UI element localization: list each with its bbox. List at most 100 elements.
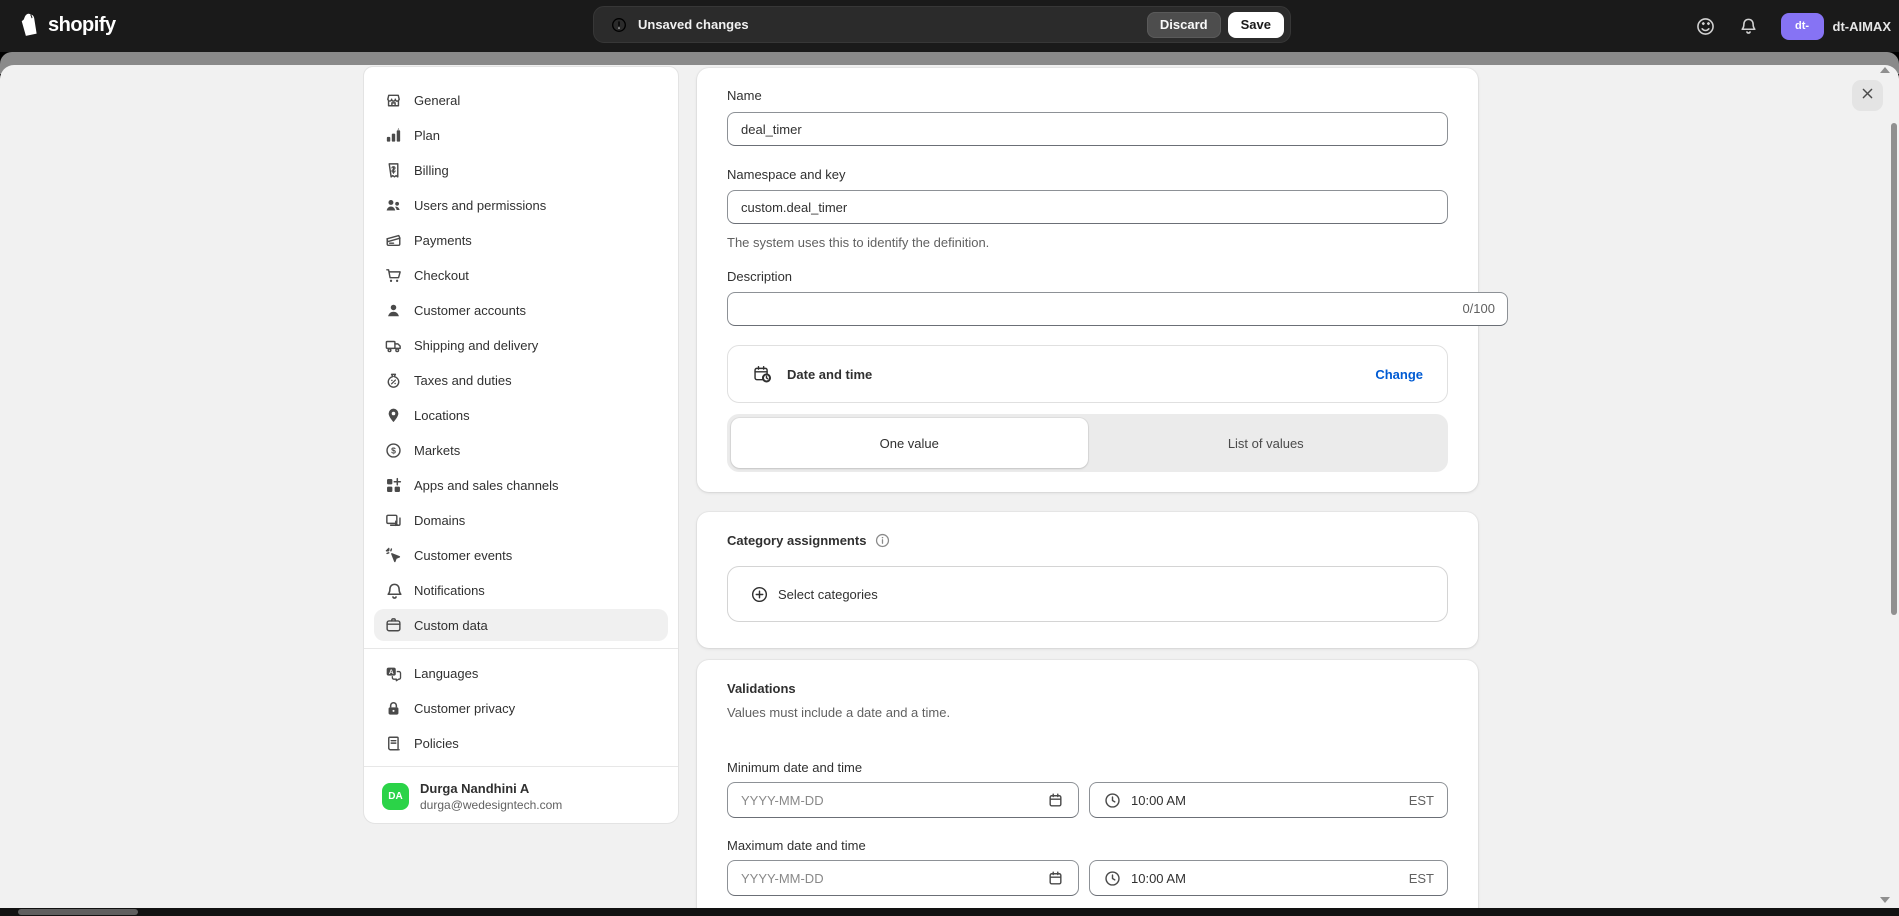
sidebar-item-label: Domains (414, 513, 465, 528)
change-type-link[interactable]: Change (1375, 367, 1423, 382)
sidebar-item-custom-data[interactable]: Custom data (374, 609, 668, 641)
calendar-icon (1046, 791, 1065, 810)
maximum-date-input[interactable] (727, 860, 1079, 896)
sidebar-item-locations[interactable]: Locations (374, 399, 668, 431)
maximum-timezone: EST (1409, 871, 1434, 886)
minimum-date-label: Minimum date and time (727, 760, 1448, 775)
name-label: Name (727, 88, 1448, 103)
sidebar-item-label: Notifications (414, 583, 485, 598)
apps-icon (384, 476, 403, 495)
sidebar-item-label: Markets (414, 443, 460, 458)
namespace-help-text: The system uses this to identify the def… (727, 235, 989, 250)
validations-subtitle: Values must include a date and a time. (727, 705, 950, 720)
save-button[interactable]: Save (1228, 12, 1284, 38)
topbar-right-cluster: dt- dt-AIMAX (1695, 0, 1892, 52)
sidebar-item-customer-events[interactable]: Customer events (374, 539, 668, 571)
sidebar-item-domains[interactable]: Domains (374, 504, 668, 536)
sidebar-item-users-permissions[interactable]: Users and permissions (374, 189, 668, 221)
sidebar-item-payments[interactable]: Payments (374, 224, 668, 256)
maximum-date-label: Maximum date and time (727, 838, 1448, 853)
minimum-time-input[interactable]: 10:00 AM EST (1089, 782, 1448, 818)
globe-icon: $ (384, 441, 403, 460)
store-icon (384, 91, 403, 110)
users-icon (384, 196, 403, 215)
pin-icon (384, 406, 403, 425)
sidebar-divider (364, 648, 678, 649)
bottom-bar-segment (18, 909, 138, 915)
sidebar-item-label: Locations (414, 408, 470, 423)
description-input[interactable] (727, 292, 1508, 326)
receipt-icon (384, 161, 403, 180)
svg-text:A: A (389, 669, 394, 676)
close-settings-button[interactable] (1852, 80, 1883, 111)
category-assignments-card: Category assignments Select categories (697, 512, 1478, 648)
sidebar-item-label: Policies (414, 736, 459, 751)
tab-list-of-values[interactable]: List of values (1088, 418, 1445, 468)
maximum-date-text[interactable] (741, 871, 1046, 886)
store-menu[interactable]: dt- dt-AIMAX (1781, 13, 1892, 40)
name-input[interactable] (727, 112, 1448, 146)
validations-title: Validations (727, 681, 796, 696)
scrollbar-down-arrow[interactable] (1880, 897, 1890, 903)
unsaved-changes-bar: Unsaved changes Discard Save (593, 6, 1291, 43)
sidebar-item-customer-accounts[interactable]: Customer accounts (374, 294, 668, 326)
sidebar-item-apps-sales-channels[interactable]: Apps and sales channels (374, 469, 668, 501)
description-counter: 0/100 (1462, 301, 1495, 316)
person-icon (384, 301, 403, 320)
user-name: Durga Nandhini A (420, 781, 562, 796)
sidebar-item-languages[interactable]: A Languages (374, 657, 668, 689)
sidebar-item-policies[interactable]: Policies (374, 727, 668, 759)
sidebar-item-taxes-duties[interactable]: Taxes and duties (374, 364, 668, 396)
sidebar-item-notifications[interactable]: Notifications (374, 574, 668, 606)
store-name: dt-AIMAX (1833, 19, 1892, 34)
discard-button[interactable]: Discard (1147, 12, 1221, 38)
scrollbar-up-arrow[interactable] (1880, 67, 1890, 73)
sidebar-item-markets[interactable]: $ Markets (374, 434, 668, 466)
bell-icon (384, 581, 403, 600)
translate-icon: A (384, 664, 403, 683)
sidebar-user-section[interactable]: DA Durga Nandhini A durga@wedesigntech.c… (364, 766, 678, 812)
sidebar-item-label: Users and permissions (414, 198, 546, 213)
maximum-time-input[interactable]: 10:00 AM EST (1089, 860, 1448, 896)
sidebar-item-general[interactable]: General (374, 84, 668, 116)
sidebar-item-label: Languages (414, 666, 478, 681)
definition-card: Name Namespace and key The system uses t… (697, 68, 1478, 492)
namespace-input[interactable] (727, 190, 1448, 224)
maximum-time-value: 10:00 AM (1131, 871, 1409, 886)
content-type-label: Date and time (787, 367, 1375, 382)
sidekick-icon[interactable] (1695, 16, 1716, 37)
cart-icon (384, 266, 403, 285)
store-avatar: dt- (1781, 13, 1824, 40)
bottom-edge-bar (0, 908, 1899, 916)
minimum-date-text[interactable] (741, 793, 1046, 808)
calendar-clock-icon (752, 364, 773, 385)
sidebar-item-label: Custom data (414, 618, 488, 633)
sidebar-item-checkout[interactable]: Checkout (374, 259, 668, 291)
domains-icon (384, 511, 403, 530)
plan-icon (384, 126, 403, 145)
user-email: durga@wedesigntech.com (420, 798, 562, 812)
sidebar-item-label: Checkout (414, 268, 469, 283)
sidebar-item-label: General (414, 93, 460, 108)
sidebar-item-label: Customer events (414, 548, 512, 563)
info-icon[interactable] (874, 532, 891, 549)
minimum-date-input[interactable] (727, 782, 1079, 818)
minimum-timezone: EST (1409, 793, 1434, 808)
sidebar-item-plan[interactable]: Plan (374, 119, 668, 151)
cursor-icon (384, 546, 403, 565)
maximum-date-row: 10:00 AM EST (727, 860, 1448, 896)
shopify-logo[interactable]: shopify (16, 11, 116, 39)
card-icon (384, 231, 403, 250)
sidebar-item-shipping-delivery[interactable]: Shipping and delivery (374, 329, 668, 361)
top-bar: shopify Unsaved changes Discard Save dt-… (0, 0, 1899, 52)
notifications-bell-icon[interactable] (1738, 16, 1759, 37)
scrollbar-thumb[interactable] (1891, 123, 1897, 615)
select-categories-button[interactable]: Select categories (727, 566, 1448, 622)
plus-circle-icon (750, 585, 769, 604)
sidebar-item-label: Plan (414, 128, 440, 143)
settings-modal: General Plan Billing Users and permissions P… (0, 65, 1899, 908)
sidebar-item-label: Apps and sales channels (414, 478, 559, 493)
sidebar-item-billing[interactable]: Billing (374, 154, 668, 186)
sidebar-item-customer-privacy[interactable]: Customer privacy (374, 692, 668, 724)
tab-one-value[interactable]: One value (731, 418, 1088, 468)
